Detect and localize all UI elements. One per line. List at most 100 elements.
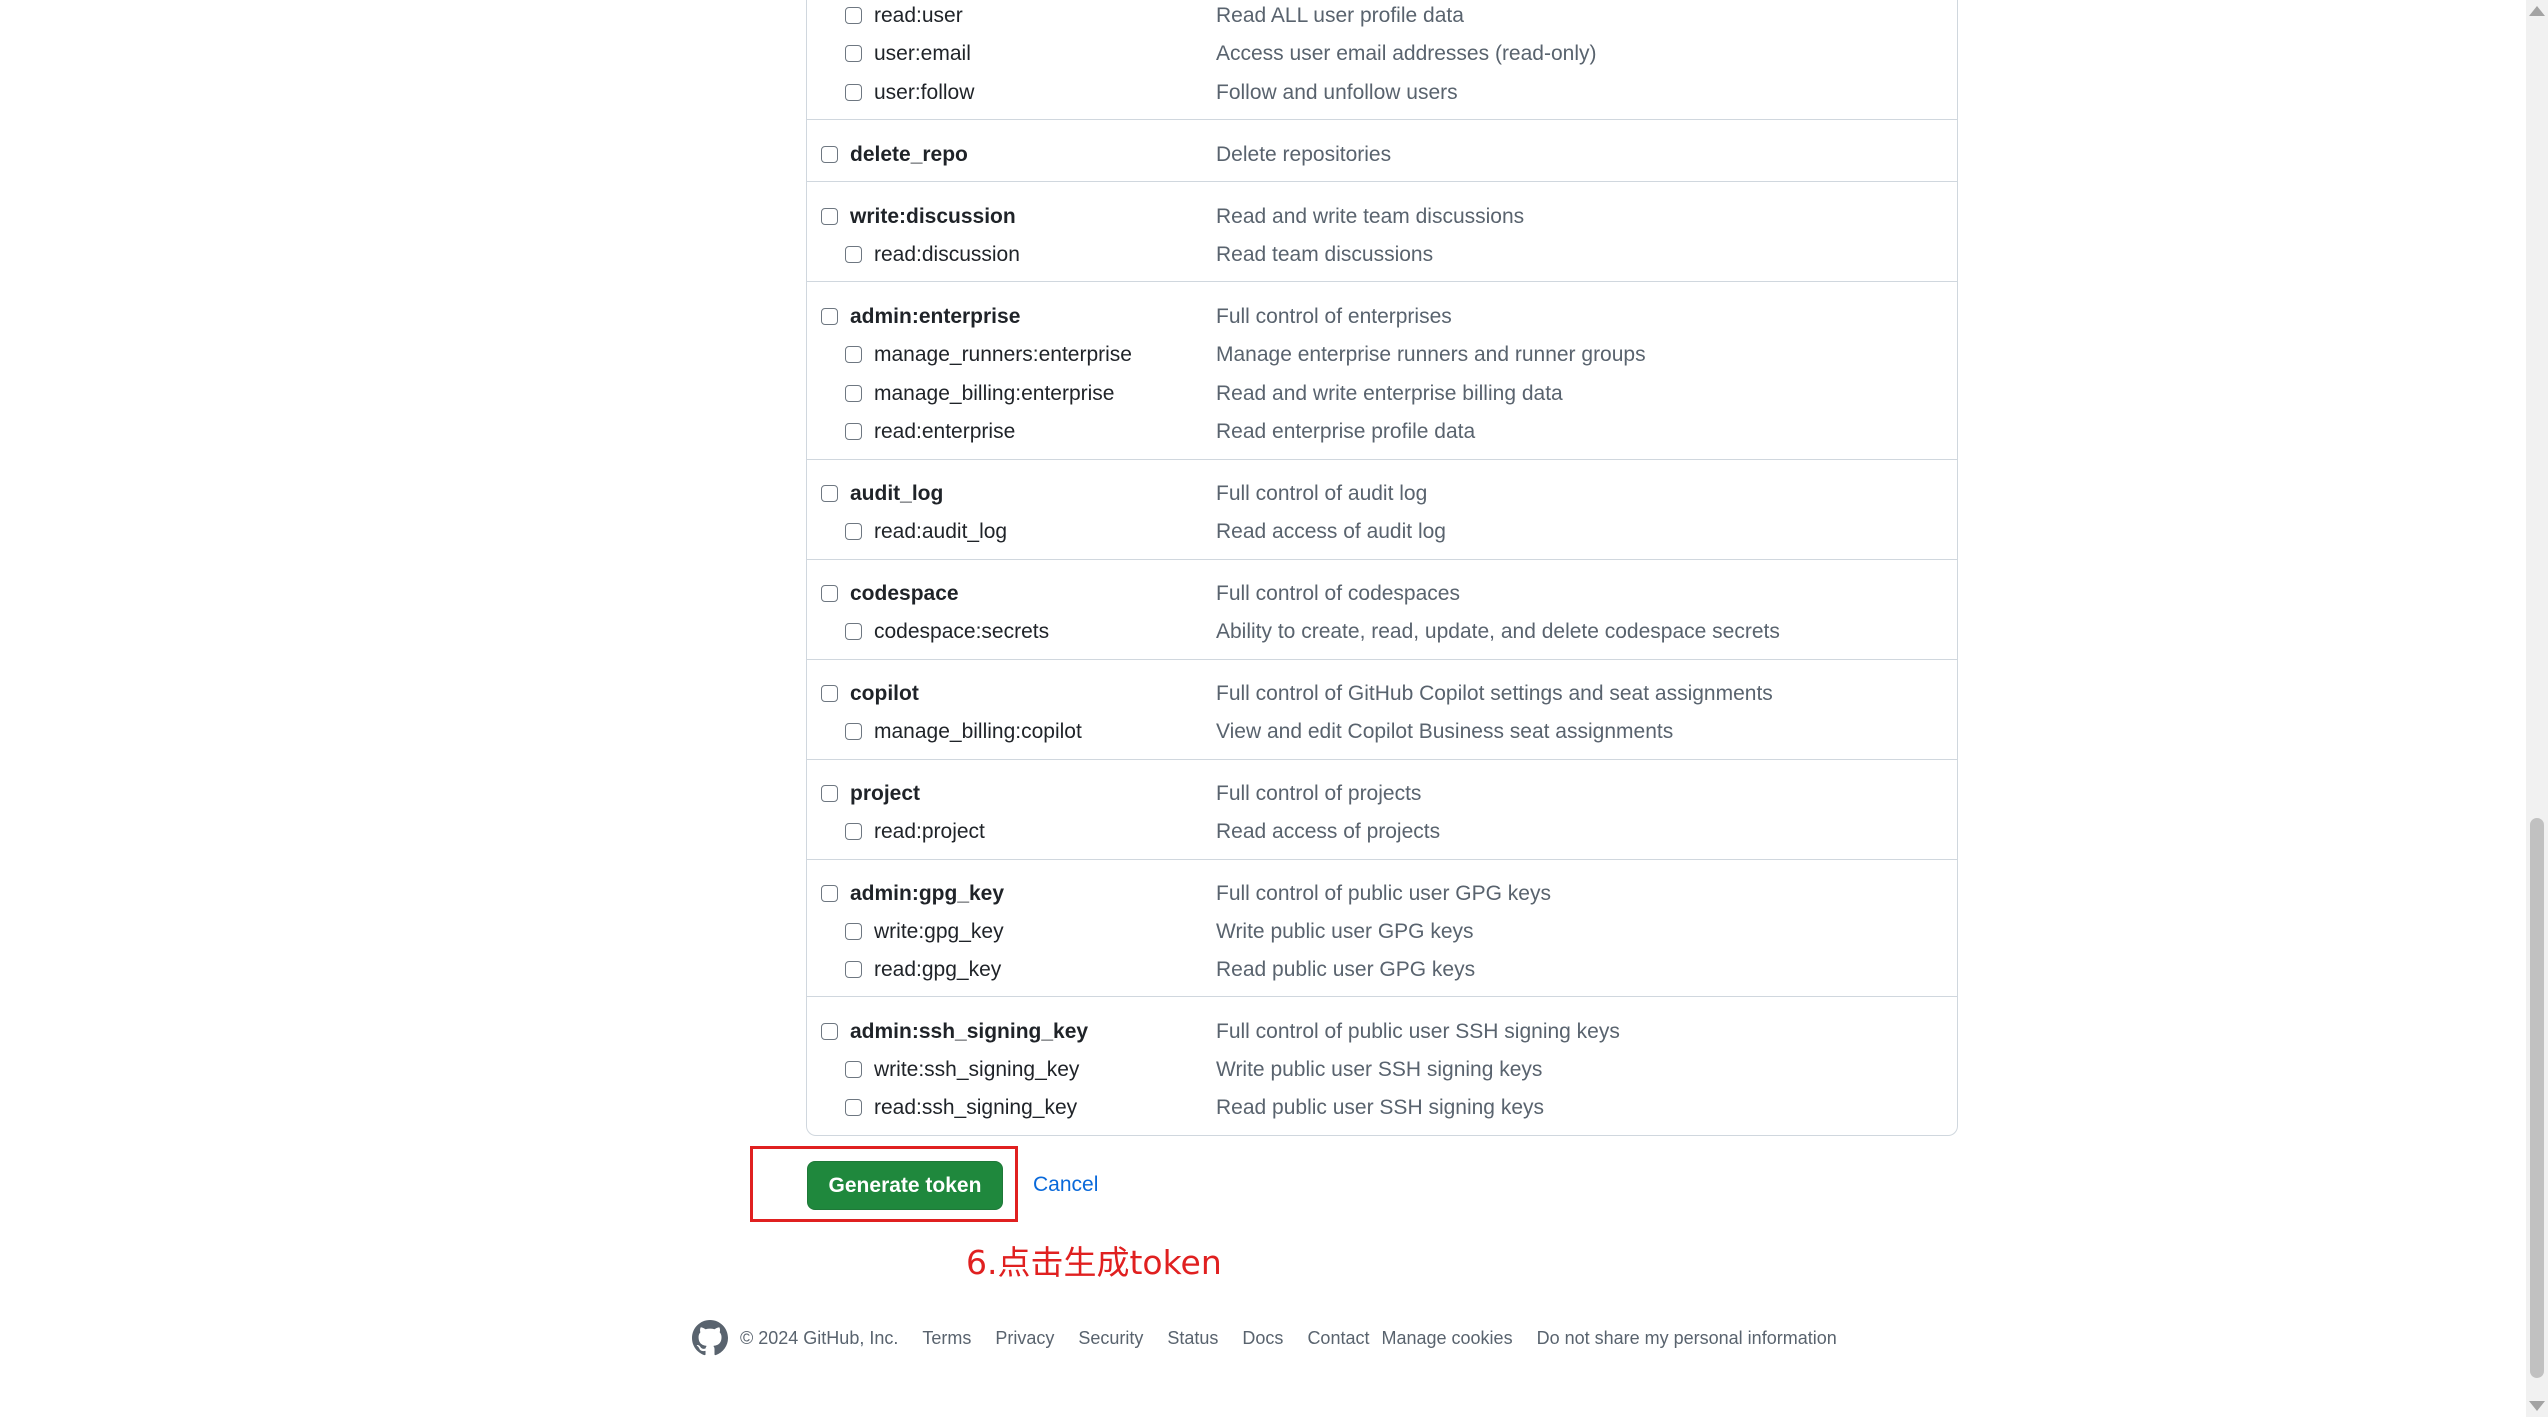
scope-row: project Full control of projects [0,776,2548,812]
scope-description: Access user email addresses (read-only) [1216,42,1597,65]
scope-description: Read public user GPG keys [1216,958,1476,981]
scope-name[interactable]: manage_billing:enterprise [874,376,1115,412]
scope-row: user:email Access user email addresses (r… [0,36,2548,72]
scope-checkbox[interactable] [821,885,838,902]
scope-group-divider [807,996,1957,997]
scope-description: Full control of public user GPG keys [1216,882,1551,905]
scope-group-divider [807,459,1957,460]
footer-link-security[interactable]: Security [1078,1328,1143,1349]
scope-checkbox[interactable] [845,423,862,440]
scope-name[interactable]: project [850,776,920,812]
scope-checkbox[interactable] [845,1099,862,1116]
scope-row: read:user Read ALL user profile data [0,0,2548,34]
scope-description: Full control of codespaces [1216,582,1460,605]
scope-row: admin:gpg_key Full control of public user… [0,876,2548,912]
scope-name[interactable]: admin:enterprise [850,299,1020,335]
scope-description: Full control of GitHub Copilot settings … [1216,682,1773,705]
scope-name[interactable]: read:user [874,0,963,34]
scope-checkbox[interactable] [821,308,838,325]
scope-name[interactable]: user:email [874,36,971,72]
scope-description: Follow and unfollow users [1216,81,1458,104]
scope-description: Full control of public user SSH signing … [1216,1020,1620,1043]
footer-link-privacy[interactable]: Privacy [995,1328,1054,1349]
cancel-link[interactable]: Cancel [1033,1169,1098,1201]
scope-group-divider [807,281,1957,282]
scope-checkbox[interactable] [845,246,862,263]
scope-name[interactable]: codespace [850,576,959,612]
footer-link-do-not-share[interactable]: Do not share my personal information [1537,1328,1837,1349]
footer-link-contact[interactable]: Contact [1307,1328,1369,1349]
scope-row: user:follow Follow and unfollow users [0,75,2548,111]
scope-checkbox[interactable] [821,785,838,802]
scope-description: Full control of projects [1216,782,1422,805]
scope-description: Read ALL user profile data [1216,4,1464,27]
scope-checkbox[interactable] [845,84,862,101]
footer-link-docs[interactable]: Docs [1242,1328,1283,1349]
scope-name[interactable]: copilot [850,676,919,712]
scope-name[interactable]: read:audit_log [874,514,1007,550]
scope-name[interactable]: read:gpg_key [874,952,1001,988]
scope-checkbox[interactable] [821,485,838,502]
scope-name[interactable]: read:project [874,814,985,850]
scope-row: admin:enterprise Full control of enterpri… [0,299,2548,335]
scope-checkbox[interactable] [845,623,862,640]
scope-name[interactable]: manage_runners:enterprise [874,337,1132,373]
scope-name[interactable]: read:ssh_signing_key [874,1090,1077,1126]
scope-description: Read access of projects [1216,820,1441,843]
scope-checkbox[interactable] [845,723,862,740]
scope-row: copilot Full control of GitHub Copilot se… [0,676,2548,712]
scope-name[interactable]: codespace:secrets [874,614,1049,650]
scope-checkbox[interactable] [845,923,862,940]
scope-checkbox[interactable] [821,585,838,602]
scope-name[interactable]: write:discussion [850,199,1016,235]
scope-description: Delete repositories [1216,143,1392,166]
scope-row: delete_repo Delete repositories [0,137,2548,173]
scope-name[interactable]: audit_log [850,476,943,512]
scope-group-divider [807,559,1957,560]
scope-name[interactable]: user:follow [874,75,974,111]
scope-checkbox[interactable] [845,346,862,363]
scope-checkbox[interactable] [845,523,862,540]
scope-name[interactable]: admin:gpg_key [850,876,1004,912]
scope-name[interactable]: read:discussion [874,237,1020,273]
footer-copyright: © 2024 GitHub, Inc. [740,1327,899,1348]
scope-group-divider [807,759,1957,760]
scope-row: admin:ssh_signing_key Full control of pub… [0,1014,2548,1050]
scope-checkbox[interactable] [845,1061,862,1078]
scope-row: codespace:secrets Ability to create, read… [0,614,2548,650]
scope-checkbox[interactable] [821,685,838,702]
scope-checkbox[interactable] [821,146,838,163]
footer-link-status[interactable]: Status [1167,1328,1218,1349]
scope-description: Ability to create, read, update, and del… [1216,620,1780,643]
annotation-text: 6.点击生成token [966,1243,1222,1282]
scope-description: Read access of audit log [1216,520,1446,543]
generate-token-button[interactable]: Generate token [807,1161,1003,1210]
scope-description: View and edit Copilot Business seat assi… [1216,720,1674,743]
scope-checkbox[interactable] [845,45,862,62]
github-logo-icon[interactable] [692,1320,728,1356]
scope-description: Read enterprise profile data [1216,420,1476,443]
scope-row: read:project Read access of projects [0,814,2548,850]
scope-name[interactable]: write:gpg_key [874,914,1004,950]
scope-row: write:discussion Read and write team disc… [0,199,2548,235]
scope-checkbox[interactable] [845,823,862,840]
scope-checkbox[interactable] [845,385,862,402]
scope-name[interactable]: read:enterprise [874,414,1015,450]
scope-description: Write public user SSH signing keys [1216,1058,1543,1081]
scope-checkbox[interactable] [821,208,838,225]
scope-name[interactable]: delete_repo [850,137,968,173]
scroll-down-arrow-icon[interactable] [2529,1401,2545,1411]
scope-name[interactable]: write:ssh_signing_key [874,1052,1079,1088]
scope-checkbox[interactable] [845,7,862,24]
scope-name[interactable]: admin:ssh_signing_key [850,1014,1088,1050]
scope-description: Full control of audit log [1216,482,1428,505]
scope-name[interactable]: manage_billing:copilot [874,714,1082,750]
scope-checkbox[interactable] [845,961,862,978]
scope-row: read:discussion Read team discussions [0,237,2548,273]
scope-row: codespace Full control of codespaces [0,576,2548,612]
footer-link-manage-cookies[interactable]: Manage cookies [1381,1328,1512,1349]
scope-checkbox[interactable] [821,1023,838,1040]
scope-description: Read and write enterprise billing data [1216,382,1563,405]
footer-link-terms[interactable]: Terms [922,1328,971,1349]
scope-description: Write public user GPG keys [1216,920,1474,943]
